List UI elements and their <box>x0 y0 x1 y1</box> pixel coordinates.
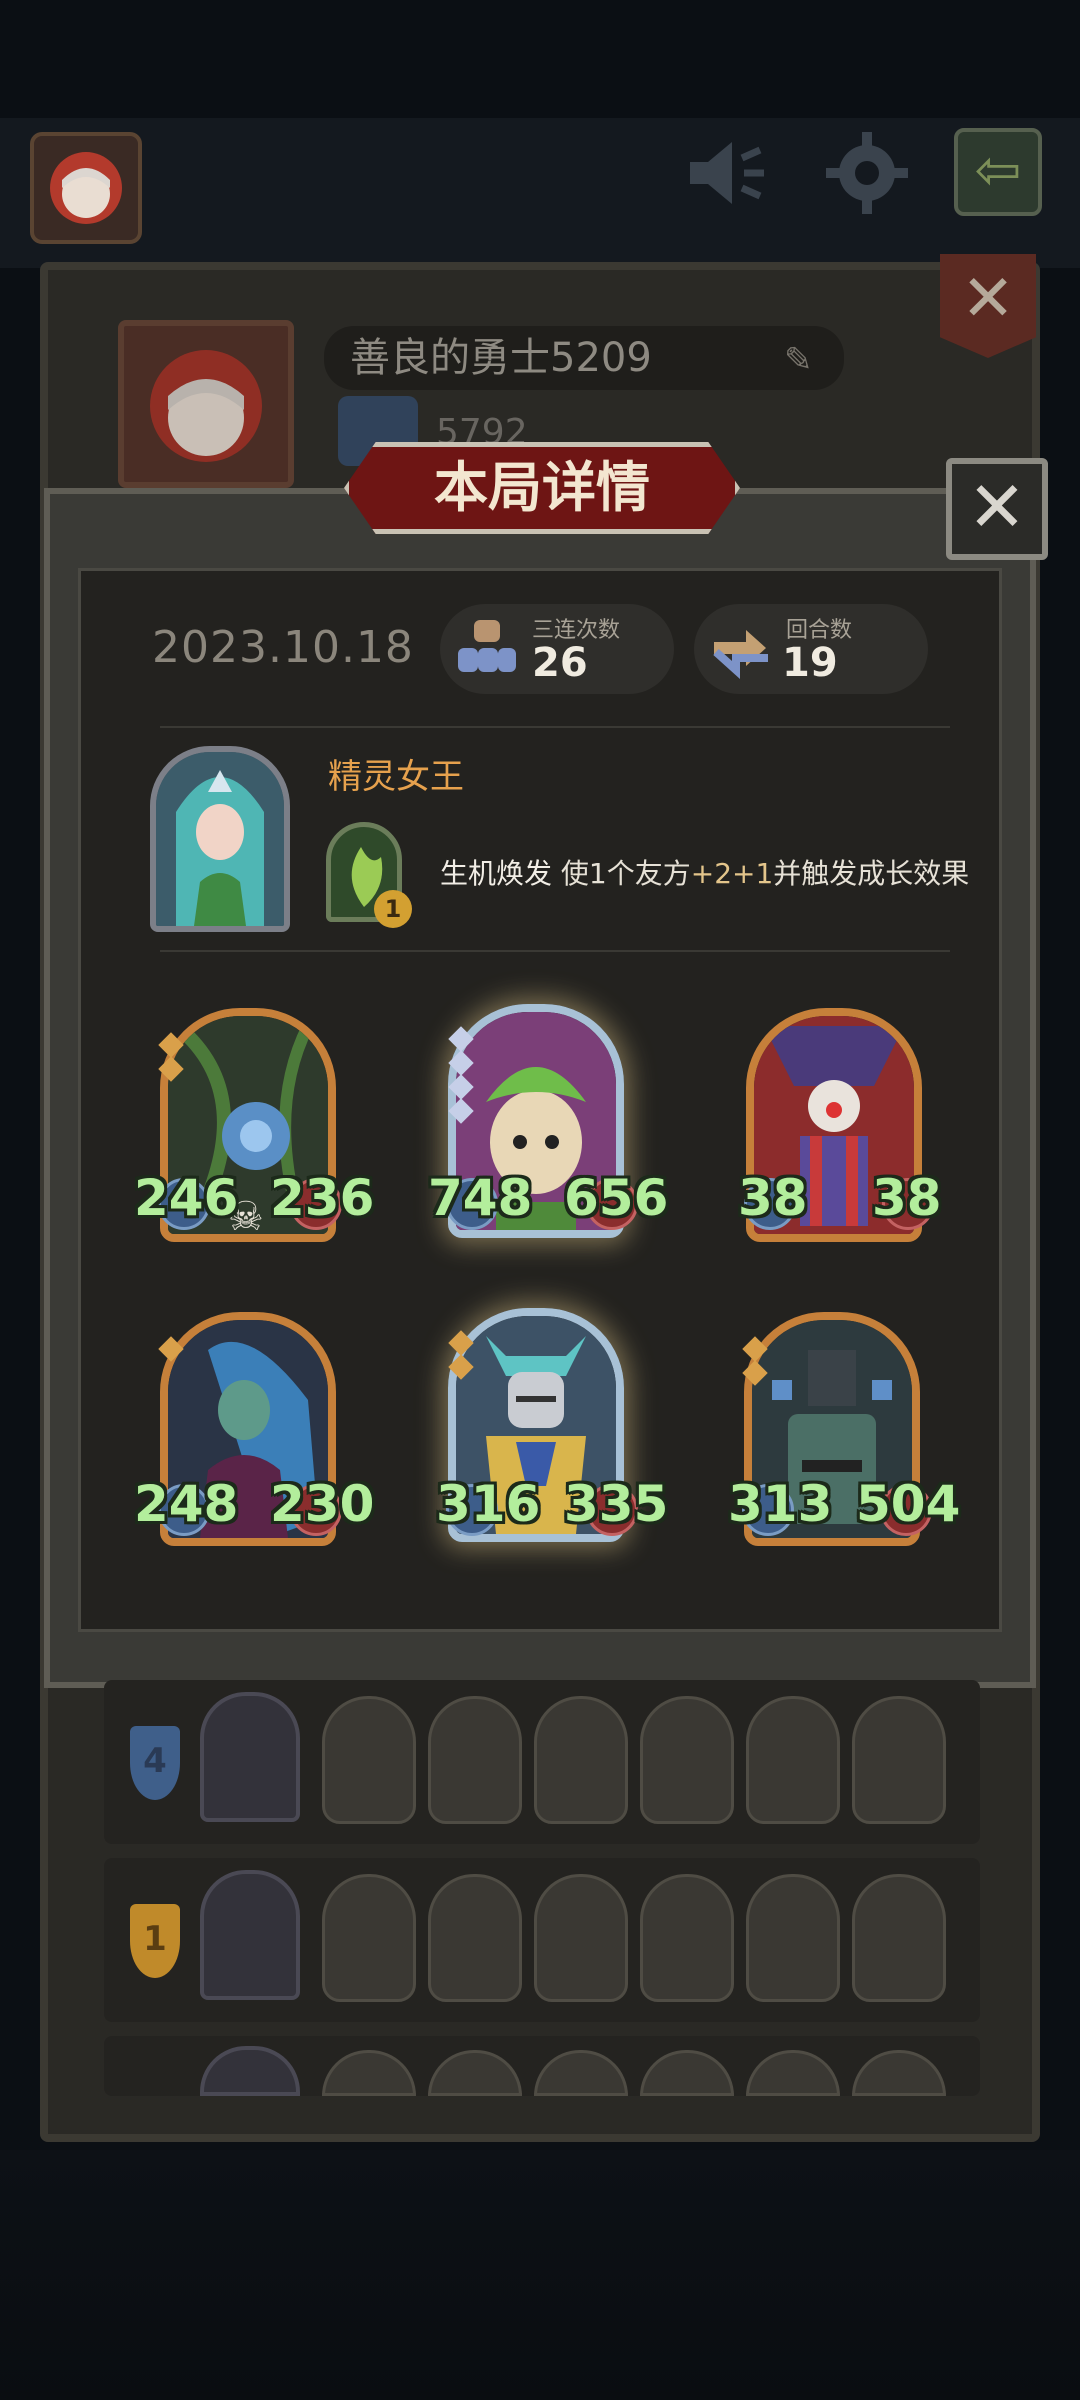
unit-health: 236 <box>270 1169 375 1227</box>
avatar-icon <box>50 152 122 224</box>
triple-units-icon <box>452 614 522 684</box>
gear-icon[interactable] <box>822 128 912 218</box>
back-button[interactable]: ⇦ <box>954 128 1042 216</box>
bottom-background <box>0 2150 1080 2400</box>
history-hero-portrait <box>200 1692 300 1822</box>
rounds-value: 19 <box>782 640 838 686</box>
close-icon: ✕ <box>967 466 1027 548</box>
unit-health: 38 <box>872 1169 942 1227</box>
history-unit <box>746 1696 840 1824</box>
unit-attack: 248 <box>134 1475 239 1533</box>
divider <box>160 950 950 952</box>
rank-badge: 4 <box>130 1726 180 1800</box>
top-hud <box>0 118 1080 268</box>
unit-attack: 313 <box>728 1475 833 1533</box>
status-bar <box>0 0 1080 118</box>
player-avatar-button[interactable] <box>30 132 142 244</box>
history-unit <box>852 1696 946 1824</box>
unit-health: 504 <box>856 1475 961 1533</box>
history-unit <box>852 1874 946 2002</box>
history-hero-portrait <box>200 1870 300 2000</box>
close-icon: ✕ <box>961 262 1015 336</box>
unit-attack: 316 <box>436 1475 541 1533</box>
hero-name: 精灵女王 <box>328 757 464 797</box>
skill-desc-before: 使1个友方 <box>552 857 691 890</box>
divider <box>160 726 950 728</box>
unit-attack: 38 <box>738 1169 808 1227</box>
skill-desc-highlight: +2+1 <box>690 857 774 890</box>
history-unit <box>534 1874 628 2002</box>
skill-description: 生机焕发 使1个友方+2+1并触发成长效果 <box>440 852 969 896</box>
history-unit <box>322 1874 416 2002</box>
skill-level-badge: 1 <box>374 890 412 928</box>
skill-name: 生机焕发 <box>440 857 553 890</box>
rank-badge: 1 <box>130 1904 180 1978</box>
modal-close-button[interactable]: ✕ <box>946 458 1048 560</box>
unit-health: 335 <box>564 1475 669 1533</box>
unit-health: 230 <box>270 1475 375 1533</box>
rounds-cycle-icon <box>706 614 776 684</box>
triples-value: 26 <box>532 640 588 686</box>
player-name: 善良的勇士5209 <box>350 335 652 381</box>
hero-portrait[interactable] <box>150 746 290 932</box>
elf-queen-portrait-icon <box>156 752 284 926</box>
speaker-icon[interactable] <box>680 128 770 218</box>
history-unit <box>640 1696 734 1824</box>
match-date: 2023.10.18 <box>152 622 414 673</box>
edit-pencil-icon[interactable]: ✎ <box>784 340 813 380</box>
unit-health: 656 <box>564 1169 669 1227</box>
modal-title: 本局详情 <box>434 456 650 519</box>
history-unit <box>428 1874 522 2002</box>
profile-close-button[interactable]: ✕ <box>940 254 1036 358</box>
profile-avatar <box>118 320 294 488</box>
unit-attack: 748 <box>428 1169 533 1227</box>
history-unit <box>322 1696 416 1824</box>
skill-desc-after: 并触发成长效果 <box>773 857 970 890</box>
history-unit <box>746 1874 840 2002</box>
history-unit <box>428 1696 522 1824</box>
history-unit <box>640 1874 734 2002</box>
back-arrow-icon: ⇦ <box>974 138 1022 203</box>
unit-attack: 246 <box>134 1169 239 1227</box>
history-unit <box>534 1696 628 1824</box>
